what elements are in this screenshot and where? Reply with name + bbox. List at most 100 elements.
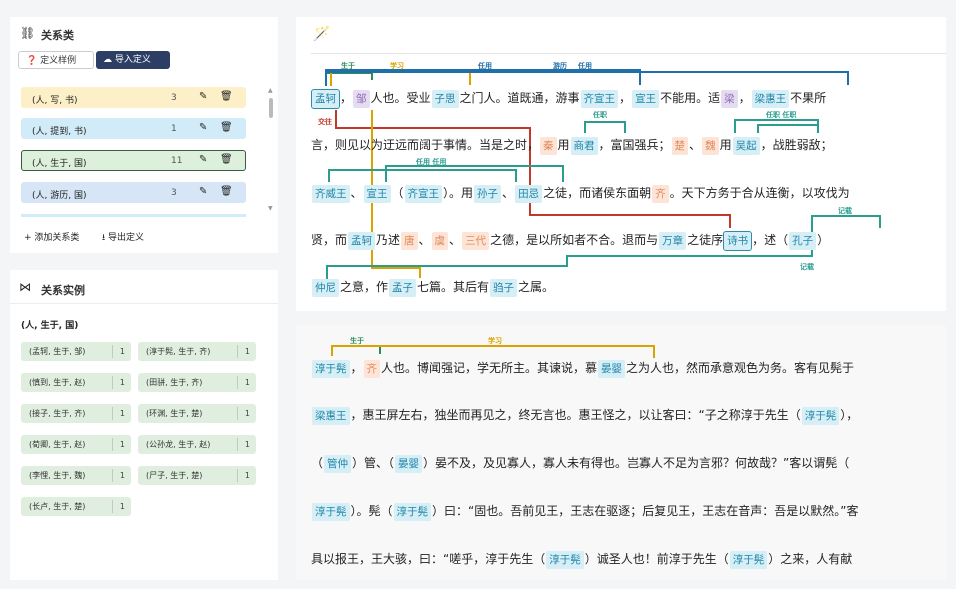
text-segment: ），: [840, 408, 859, 422]
entity-state[interactable]: 齐: [363, 360, 381, 378]
doc2-label-born: 生于: [350, 337, 364, 345]
text-segment: ）。用: [443, 186, 474, 200]
text-segment: 、: [689, 138, 702, 152]
entity-state[interactable]: 虞: [431, 232, 449, 250]
entity-person[interactable]: 孟轲: [311, 89, 340, 109]
entity-person[interactable]: 仲尼: [312, 279, 339, 297]
arrow-official-2: [734, 119, 819, 133]
text-segment: 、: [502, 186, 515, 200]
text-segment: ，富国强兵；: [598, 138, 671, 152]
text-line: 言，则见以为迂远而阔于事情。当是之时，秦用商君 ，富国强兵；楚、魏用吴起 ，战胜弱敌…: [311, 133, 833, 157]
entity-person[interactable]: 淳于髡: [312, 360, 350, 378]
text-segment: ）之来，人有献: [768, 552, 853, 566]
text-segment: ）晏不及，及见寡人，寡人未有得也。岂寡人不足为言邪？何故哉？”客以谓髡（: [423, 456, 850, 470]
entity-state[interactable]: 齐: [652, 185, 669, 203]
entity-state[interactable]: 楚: [671, 137, 689, 155]
label-cross: 交往: [318, 118, 332, 126]
entity-person[interactable]: 孙子: [474, 185, 502, 203]
entity-person[interactable]: 诗书: [723, 231, 753, 251]
entity-person[interactable]: 万章: [659, 232, 687, 250]
label-official: 任职: [593, 111, 607, 119]
entity-state[interactable]: 唐: [401, 232, 418, 250]
text-line: 齐威王、宣王（齐宣王 ）。用 孙子、田忌 之徒，而诸侯东面朝齐。天下方务于合从连衡，以…: [311, 181, 850, 205]
label-official-2: 任职 任职: [766, 111, 797, 119]
text-segment: ，: [619, 91, 632, 105]
entity-person[interactable]: 驺子: [490, 279, 518, 297]
text-line: 孟轲，邹人也。受业 子思 之门人。道既通，游事 齐宣王，宣王 不能用。适梁，梁惠王 不果所: [311, 86, 826, 110]
text-segment: 之意，作: [340, 280, 389, 294]
text-segment: ）: [817, 233, 830, 247]
text-segment: ）曰：“固也。吾前见王，王志在驱逐；后复见王，王志在音声：吾是以默然。”客: [432, 504, 859, 518]
entity-person[interactable]: 吴起: [732, 137, 760, 155]
text-segment: ，: [340, 91, 353, 105]
text-line: 淳于髡，齐人也。博闻强记，学无所主。其谏说，慕 晏婴 之为人也，然而承意观色为务。客…: [311, 356, 854, 380]
text-segment: 人也。博闻强记，学无所主。其谏说，慕: [381, 361, 598, 375]
entity-person[interactable]: 田忌: [515, 185, 543, 203]
text-segment: 、: [350, 186, 363, 200]
entity-person[interactable]: 淳于髡: [729, 551, 768, 569]
text-segment: 人也。受业: [370, 91, 431, 105]
text-segment: 不能用。适: [660, 91, 721, 105]
entity-person[interactable]: 子思: [431, 90, 459, 108]
text-segment: 七篇。其后有: [417, 280, 490, 294]
entity-person[interactable]: 淳于髡: [546, 551, 584, 569]
text-segment: 、: [449, 233, 462, 247]
text-line: 仲尼 之意，作 孟子 七篇。其后有 驺子 之属。: [311, 275, 554, 299]
doc2-label-study: 学习: [488, 337, 502, 345]
arrow-official-1: [584, 121, 626, 133]
text-segment: ）诚圣人也！前淳于先生（: [584, 552, 729, 566]
text-segment: 言，则见以为迂远而阔于事情。当是之时，: [311, 138, 540, 152]
text-line: 具以报王，王大骇，曰：“嗟乎，淳于先生（ 淳于髡 ）诚圣人也！前淳于先生（ 淳于髡 ）之…: [311, 547, 852, 571]
entity-person[interactable]: 商君: [570, 137, 598, 155]
text-segment: ，: [738, 91, 751, 105]
arrow-travel: [325, 71, 849, 86]
text-segment: 之属。: [518, 280, 555, 294]
entity-state[interactable]: 魏: [702, 137, 719, 155]
text-segment: 、: [418, 233, 431, 247]
text-segment: ，述（: [752, 233, 789, 247]
text-segment: 之门人。道既通，游事: [459, 91, 580, 105]
label-travel: 游历: [553, 62, 567, 70]
entity-person[interactable]: 孟轲: [348, 232, 376, 250]
label-appoint-b: 任用: [578, 62, 592, 70]
entity-person[interactable]: 梁惠王: [751, 90, 790, 108]
label-record-2: 记载: [800, 263, 814, 271]
entity-place[interactable]: 邹: [353, 90, 370, 108]
entity-person[interactable]: 孟子: [389, 279, 417, 297]
text-segment: 不果所: [790, 91, 827, 105]
text-segment: ，: [350, 361, 363, 375]
text-segment: 乃述: [376, 233, 401, 247]
text-segment: 用: [557, 138, 570, 152]
text-segment: ，战胜弱敌；: [760, 138, 833, 152]
entity-person[interactable]: 齐威王: [312, 185, 350, 203]
entity-person[interactable]: 淳于髡: [393, 503, 432, 521]
entity-state[interactable]: 三代: [462, 232, 490, 250]
entity-person[interactable]: 齐宣王: [404, 185, 443, 203]
text-line: 淳于髡 ）。髡（ 淳于髡 ）曰：“固也。吾前见王，王志在驱逐；后复见王，王志在音声：吾…: [311, 499, 858, 523]
entity-person[interactable]: 淳于髡: [801, 407, 840, 425]
text-segment: （: [311, 456, 324, 470]
entity-person[interactable]: 管仲: [324, 455, 352, 473]
text-segment: 之德，是以所如者不合。退而与: [490, 233, 659, 247]
entity-person[interactable]: 晏婴: [395, 455, 423, 473]
entity-person[interactable]: 宣王: [632, 90, 660, 108]
entity-person[interactable]: 宣王: [363, 185, 391, 203]
text-segment: 之徒序: [687, 233, 724, 247]
text-segment: 具以报王，王大骇，曰：“嗟乎，淳于先生（: [311, 552, 546, 566]
entity-person[interactable]: 齐宣王: [580, 90, 619, 108]
entity-place[interactable]: 梁: [721, 90, 738, 108]
text-segment: 用: [719, 138, 732, 152]
text-segment: 。天下方务于合从连衡，以攻伐为: [669, 186, 850, 200]
text-line: （管仲 ）管、（ 晏婴 ）晏不及，及见寡人，寡人未有得也。岂寡人不足为言邪？何故哉？”…: [311, 451, 849, 475]
text-segment: 之徒，而诸侯东面朝: [543, 186, 652, 200]
entity-person[interactable]: 梁惠王: [312, 407, 350, 425]
entity-person[interactable]: 淳于髡: [312, 503, 350, 521]
arrow-official-3: [757, 124, 819, 133]
entity-person[interactable]: 孔子: [789, 232, 817, 250]
entity-person[interactable]: 晏婴: [598, 360, 626, 378]
text-line: 梁惠王 ，惠王屏左右，独坐而再见之，终无言也。惠王怪之，以让客曰：“子之称淳于先生…: [311, 403, 858, 427]
text-segment: ，惠王屏左右，独坐而再见之，终无言也。惠王怪之，以让客曰：“子之称淳于先生（: [350, 408, 801, 422]
label-born: 生于: [341, 62, 355, 70]
entity-state[interactable]: 秦: [540, 137, 557, 155]
label-study: 学习: [390, 62, 404, 70]
